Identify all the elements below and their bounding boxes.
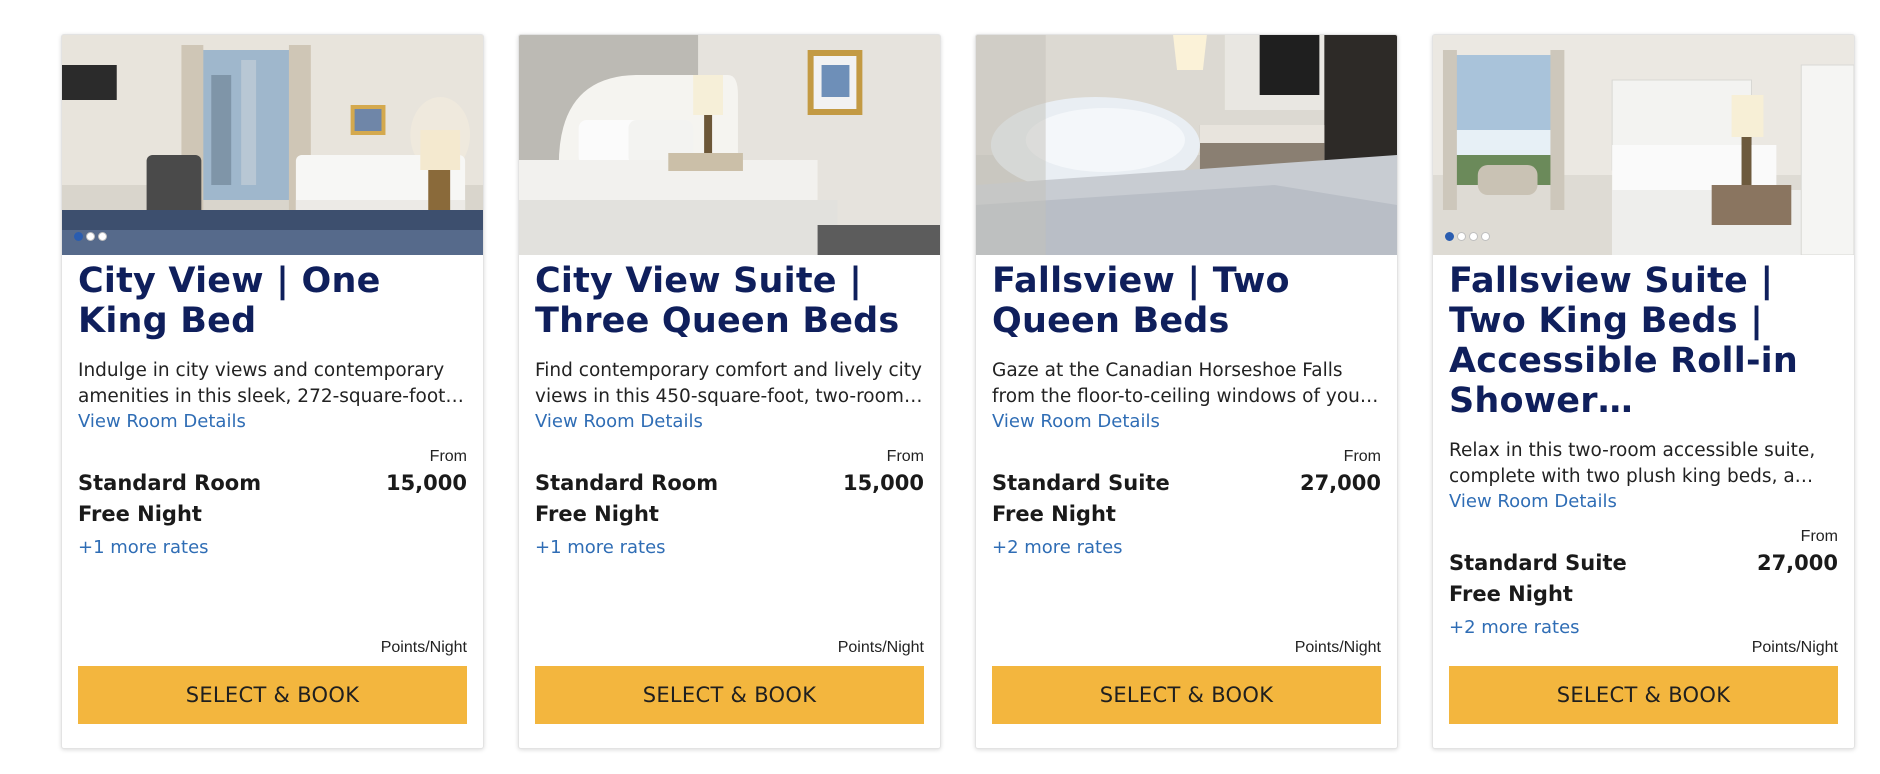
points-per-night-label: Points/Night [1294,639,1381,656]
view-room-details-link[interactable]: View Room Details [78,410,246,434]
room-photo-image [1433,35,1854,255]
select-and-book-button[interactable]: SELECT & BOOK [535,666,924,724]
from-label: From [1343,448,1381,465]
carousel-dots [1445,232,1490,241]
from-label: From [1800,528,1838,545]
room-card: Fallsview Suite | Two King Beds | Access… [1432,34,1855,749]
room-title[interactable]: Fallsview Suite | Two King Beds | Access… [1449,261,1838,421]
room-title[interactable]: City View Suite | Three Queen Beds [535,261,924,341]
view-room-details-link[interactable]: View Room Details [535,410,703,434]
carousel-dot[interactable] [74,232,83,241]
view-room-details-link[interactable]: View Room Details [1449,490,1617,514]
carousel-dot[interactable] [1457,232,1466,241]
rate-name: Standard Room Free Night [78,471,262,526]
room-photo-image [62,35,483,255]
rate-points: 15,000 [385,471,467,495]
carousel-dot[interactable] [86,232,95,241]
rate-points: 15,000 [842,471,924,495]
room-photo[interactable] [62,35,483,255]
room-description: Gaze at the Canadian Horseshoe Falls fro… [992,360,1368,407]
room-title[interactable]: Fallsview | Two Queen Beds [992,261,1381,341]
room-description: Indulge in city views and contemporary a… [78,360,446,407]
rate-block: From Standard Suite Free Night 27,000 +2… [992,448,1381,560]
more-rates-link[interactable]: +2 more rates [1449,616,1580,640]
room-photo[interactable] [519,35,940,255]
room-photo-image [976,35,1397,255]
room-card: Fallsview | Two Queen Beds Gaze at the C… [975,34,1398,749]
rate-block: From Standard Room Free Night 15,000 +1 … [535,448,924,560]
rate-block: From Standard Suite Free Night 27,000 +2… [1449,528,1838,640]
rate-points: 27,000 [1299,471,1381,495]
carousel-dots [74,232,107,241]
room-description: Relax in this two-room accessible suite,… [1449,440,1816,487]
carousel-dot[interactable] [1469,232,1478,241]
room-photo-image [519,35,940,255]
room-card-list: City View | One King Bed Indulge in city… [61,34,1855,749]
more-rates-link[interactable]: +1 more rates [535,536,666,560]
carousel-dot[interactable] [1445,232,1454,241]
carousel-dot[interactable] [98,232,107,241]
rate-points: 27,000 [1756,551,1838,575]
more-rates-link[interactable]: +2 more rates [992,536,1123,560]
view-room-details-link[interactable]: View Room Details [992,410,1160,434]
room-description: Find contemporary comfort and lively cit… [535,360,922,407]
room-card: City View | One King Bed Indulge in city… [61,34,484,749]
select-and-book-button[interactable]: SELECT & BOOK [1449,666,1838,724]
room-photo[interactable] [1433,35,1854,255]
points-per-night-label: Points/Night [380,639,467,656]
rate-name: Standard Room Free Night [535,471,719,526]
from-label: From [429,448,467,465]
more-rates-link[interactable]: +1 more rates [78,536,209,560]
rate-block: From Standard Room Free Night 15,000 +1 … [78,448,467,560]
rate-name: Standard Suite Free Night [1449,551,1627,606]
carousel-dot[interactable] [1481,232,1490,241]
from-label: From [886,448,924,465]
select-and-book-button[interactable]: SELECT & BOOK [78,666,467,724]
points-per-night-label: Points/Night [837,639,924,656]
room-photo[interactable] [976,35,1397,255]
room-title[interactable]: City View | One King Bed [78,261,467,341]
room-card: City View Suite | Three Queen Beds Find … [518,34,941,749]
select-and-book-button[interactable]: SELECT & BOOK [992,666,1381,724]
rate-name: Standard Suite Free Night [992,471,1170,526]
points-per-night-label: Points/Night [1751,639,1838,656]
